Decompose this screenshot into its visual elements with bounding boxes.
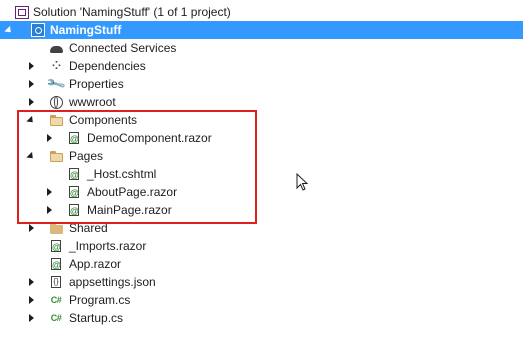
folder-icon — [48, 220, 64, 236]
tree-item-app-razor[interactable]: App.razor — [0, 255, 523, 274]
razor-file-icon — [48, 256, 64, 274]
tree-item-wwwroot[interactable]: wwwroot — [0, 93, 523, 111]
tree-item-label: Components — [69, 113, 138, 127]
tree-item-host-cshtml[interactable]: _Host.cshtml — [0, 165, 523, 184]
expand-arrow-icon[interactable] — [44, 129, 54, 147]
solution-label: Solution 'NamingStuff' (1 of 1 project) — [33, 5, 231, 19]
razor-file-icon — [66, 202, 82, 220]
tree-item-mainpage-razor[interactable]: MainPage.razor — [0, 201, 523, 220]
tree-item-shared-folder[interactable]: Shared — [0, 219, 523, 237]
csharp-web-project-icon — [30, 22, 46, 38]
folder-open-icon — [48, 112, 64, 128]
tree-item-startup-cs[interactable]: C# Startup.cs — [0, 309, 523, 327]
collapse-arrow-icon[interactable] — [4, 21, 14, 39]
solution-node[interactable]: Solution 'NamingStuff' (1 of 1 project) — [0, 3, 523, 21]
tree-item-label: Pages — [69, 149, 104, 163]
tree-item-label: appsettings.json — [69, 275, 156, 289]
expand-arrow-icon[interactable] — [26, 309, 36, 327]
solution-explorer-tree: Solution 'NamingStuff' (1 of 1 project) … — [0, 3, 523, 327]
tree-item-label: MainPage.razor — [87, 203, 172, 217]
expand-arrow-icon[interactable] — [26, 93, 36, 111]
tree-item-dependencies[interactable]: ⁘ Dependencies — [0, 57, 523, 75]
razor-file-icon — [66, 166, 82, 184]
tree-item-pages-folder[interactable]: Pages — [0, 147, 523, 165]
tree-item-appsettings-json[interactable]: {} appsettings.json — [0, 273, 523, 291]
solution-icon — [14, 4, 30, 20]
collapse-arrow-icon[interactable] — [26, 147, 36, 165]
expand-arrow-icon[interactable] — [26, 57, 36, 75]
tree-item-label: AboutPage.razor — [87, 185, 178, 199]
project-label: NamingStuff — [50, 23, 122, 37]
tree-item-democomponent-razor[interactable]: DemoComponent.razor — [0, 129, 523, 148]
razor-file-icon — [48, 238, 64, 256]
json-file-icon: {} — [48, 274, 64, 290]
expand-arrow-icon[interactable] — [26, 75, 36, 93]
project-node-namingstuff[interactable]: NamingStuff — [0, 21, 523, 39]
tree-item-aboutpage-razor[interactable]: AboutPage.razor — [0, 183, 523, 202]
collapse-arrow-icon[interactable] — [26, 111, 36, 129]
tree-item-imports-razor[interactable]: _Imports.razor — [0, 237, 523, 256]
csharp-file-icon: C# — [50, 313, 62, 323]
expand-arrow-icon[interactable] — [44, 201, 54, 219]
tree-item-label: Dependencies — [69, 59, 146, 73]
dependencies-icon: ⁘ — [51, 60, 61, 72]
tree-item-label: App.razor — [69, 257, 122, 271]
tree-item-label: _Imports.razor — [69, 239, 147, 253]
tree-item-label: _Host.cshtml — [87, 167, 157, 181]
tree-item-components-folder[interactable]: Components — [0, 111, 523, 129]
cloud-icon — [48, 40, 64, 56]
tree-item-label: Program.cs — [69, 293, 131, 307]
tree-item-label: Shared — [69, 221, 108, 235]
globe-icon — [48, 94, 64, 110]
expand-arrow-icon[interactable] — [44, 183, 54, 201]
csharp-file-icon: C# — [50, 295, 62, 305]
razor-file-icon — [66, 184, 82, 202]
expand-arrow-icon[interactable] — [26, 291, 36, 309]
folder-open-icon — [48, 148, 64, 164]
mouse-cursor-icon — [296, 173, 309, 191]
tree-item-label: Startup.cs — [69, 311, 124, 325]
tree-item-properties[interactable]: 🔧 Properties — [0, 73, 523, 95]
razor-file-icon — [66, 130, 82, 148]
wrench-icon: 🔧 — [44, 73, 67, 95]
tree-item-label: DemoComponent.razor — [87, 131, 212, 145]
tree-item-label: Properties — [69, 77, 124, 91]
expand-arrow-icon[interactable] — [26, 273, 36, 291]
expand-arrow-icon[interactable] — [26, 219, 36, 237]
tree-item-connected-services[interactable]: Connected Services — [0, 39, 523, 57]
tree-item-label: Connected Services — [69, 41, 177, 55]
tree-item-label: wwwroot — [69, 95, 116, 109]
tree-item-program-cs[interactable]: C# Program.cs — [0, 291, 523, 309]
